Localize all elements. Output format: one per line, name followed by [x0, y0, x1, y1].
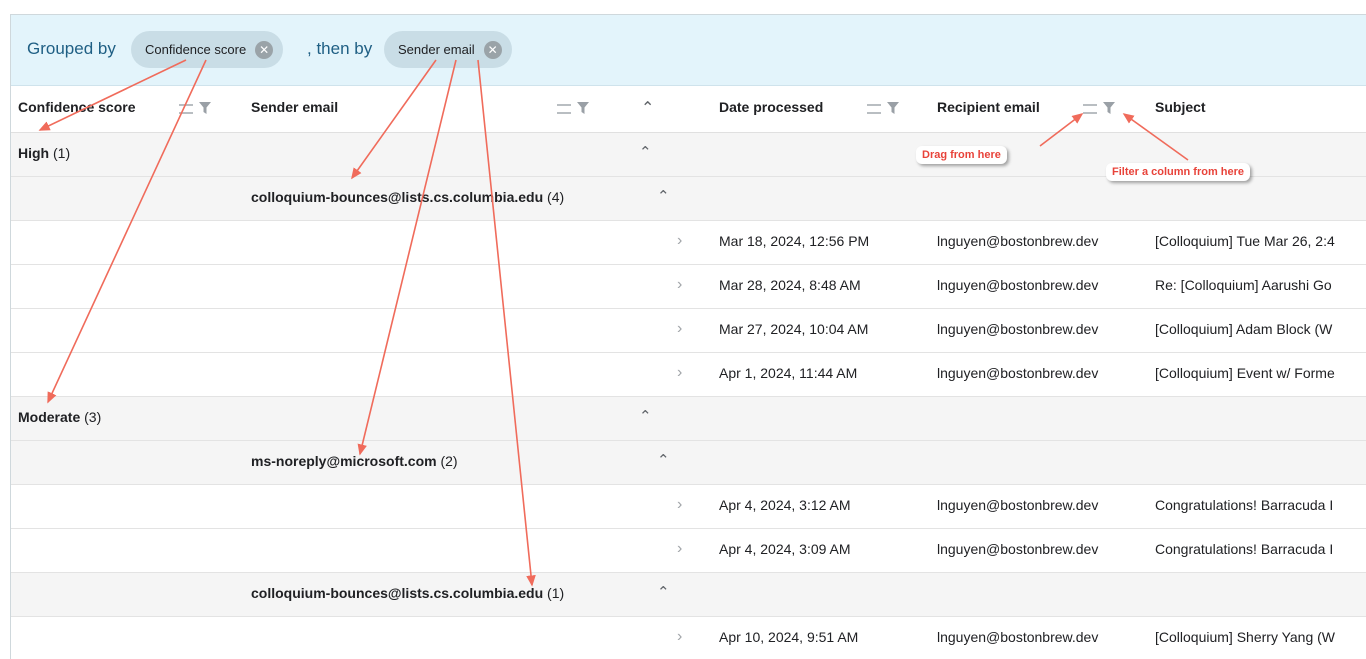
table-header: Confidence score Sender email ⌃ Date pro… — [11, 86, 1366, 133]
group-label: Moderate (3) — [18, 409, 102, 425]
then-by-label: , then by — [307, 39, 373, 58]
close-circle-icon[interactable]: ✕ — [255, 40, 274, 59]
drag-handle-icon[interactable] — [557, 103, 571, 114]
table-row[interactable]: › Mar 18, 2024, 12:56 PM lnguyen@bostonb… — [11, 221, 1366, 265]
filter-funnel-icon[interactable] — [577, 102, 589, 115]
group-row-sender[interactable]: ms-noreply@microsoft.com (2) ⌃ — [11, 441, 1366, 485]
date-cell: Mar 27, 2024, 10:04 AM — [719, 321, 869, 337]
chevron-right-icon[interactable]: › — [677, 232, 682, 250]
column-tools-sender — [557, 100, 589, 118]
group-row-sender[interactable]: colloquium-bounces@lists.cs.columbia.edu… — [11, 177, 1366, 221]
group-chip-sender-email[interactable]: Sender email ✕ — [384, 31, 512, 68]
date-cell: Mar 18, 2024, 12:56 PM — [719, 233, 870, 249]
group-chip-confidence-score[interactable]: Confidence score ✕ — [131, 31, 284, 68]
close-circle-icon[interactable]: ✕ — [483, 40, 502, 59]
column-header-date-processed[interactable]: Date processed — [719, 99, 823, 115]
drag-handle-icon[interactable] — [1083, 103, 1097, 114]
date-cell: Apr 1, 2024, 11:44 AM — [719, 365, 858, 381]
recipient-cell: lnguyen@bostonbrew.dev — [937, 365, 1099, 381]
column-tools-date — [867, 100, 899, 118]
recipient-cell: lnguyen@bostonbrew.dev — [937, 629, 1099, 645]
chevron-right-icon[interactable]: › — [677, 540, 682, 558]
date-cell: Apr 4, 2024, 3:09 AM — [719, 541, 851, 557]
date-cell: Apr 10, 2024, 9:51 AM — [719, 629, 859, 645]
group-label: High (1) — [18, 145, 71, 161]
subject-cell: Congratulations! Barracuda I — [1155, 541, 1334, 557]
subject-cell: [Colloquium] Tue Mar 26, 2:4 — [1155, 233, 1335, 249]
filter-funnel-icon[interactable] — [887, 102, 899, 115]
table-row[interactable]: › Mar 27, 2024, 10:04 AM lnguyen@bostonb… — [11, 309, 1366, 353]
chevron-right-icon[interactable]: › — [677, 320, 682, 338]
caret-up-icon[interactable]: ⌃ — [639, 143, 652, 161]
grouped-table: Grouped by Confidence score ✕ , then by … — [10, 14, 1366, 659]
subject-cell: Re: [Colloquium] Aarushi Go — [1155, 277, 1332, 293]
annotation-filter: Filter a column from here — [1106, 163, 1251, 181]
chevron-right-icon[interactable]: › — [677, 496, 682, 514]
group-label: colloquium-bounces@lists.cs.columbia.edu… — [251, 189, 565, 205]
caret-up-icon[interactable]: ⌃ — [657, 187, 670, 205]
drag-handle-icon[interactable] — [179, 103, 193, 114]
drag-handle-icon[interactable] — [867, 103, 881, 114]
chevron-right-icon[interactable]: › — [677, 628, 682, 646]
group-row-sender[interactable]: colloquium-bounces@lists.cs.columbia.edu… — [11, 573, 1366, 617]
date-cell: Apr 4, 2024, 3:12 AM — [719, 497, 851, 513]
grouped-by-label: Grouped by — [27, 39, 116, 58]
subject-cell: [Colloquium] Sherry Yang (W — [1155, 629, 1335, 645]
caret-up-icon[interactable]: ⌃ — [657, 451, 670, 469]
group-label: ms-noreply@microsoft.com (2) — [251, 453, 458, 469]
column-tools-confidence — [179, 100, 211, 118]
group-label: colloquium-bounces@lists.cs.columbia.edu… — [251, 585, 565, 601]
recipient-cell: lnguyen@bostonbrew.dev — [937, 541, 1099, 557]
table-row[interactable]: › Apr 10, 2024, 9:51 AM lnguyen@bostonbr… — [11, 617, 1366, 659]
annotation-drag: Drag from here — [916, 146, 1007, 164]
column-header-confidence-score[interactable]: Confidence score — [18, 99, 135, 115]
group-row-moderate[interactable]: Moderate (3) ⌃ — [11, 397, 1366, 441]
recipient-cell: lnguyen@bostonbrew.dev — [937, 233, 1099, 249]
filter-funnel-icon[interactable] — [1103, 102, 1115, 115]
recipient-cell: lnguyen@bostonbrew.dev — [937, 277, 1099, 293]
chip-label: Sender email — [398, 42, 475, 57]
chip-label: Confidence score — [145, 42, 247, 57]
chevron-right-icon[interactable]: › — [677, 364, 682, 382]
recipient-cell: lnguyen@bostonbrew.dev — [937, 497, 1099, 513]
table-row[interactable]: › Mar 28, 2024, 8:48 AM lnguyen@bostonbr… — [11, 265, 1366, 309]
filter-funnel-icon[interactable] — [199, 102, 211, 115]
table-row[interactable]: › Apr 4, 2024, 3:12 AM lnguyen@bostonbre… — [11, 485, 1366, 529]
subject-cell: Congratulations! Barracuda I — [1155, 497, 1334, 513]
column-header-subject[interactable]: Subject — [1155, 99, 1206, 115]
collapse-all-icon[interactable]: ⌃ — [641, 98, 654, 118]
caret-up-icon[interactable]: ⌃ — [639, 407, 652, 425]
date-cell: Mar 28, 2024, 8:48 AM — [719, 277, 861, 293]
group-by-bar: Grouped by Confidence score ✕ , then by … — [11, 15, 1366, 86]
column-header-recipient-email[interactable]: Recipient email — [937, 99, 1040, 115]
recipient-cell: lnguyen@bostonbrew.dev — [937, 321, 1099, 337]
chevron-right-icon[interactable]: › — [677, 276, 682, 294]
table-row[interactable]: › Apr 1, 2024, 11:44 AM lnguyen@bostonbr… — [11, 353, 1366, 397]
subject-cell: [Colloquium] Adam Block (W — [1155, 321, 1333, 337]
column-header-sender-email[interactable]: Sender email — [251, 99, 338, 115]
table-row[interactable]: › Apr 4, 2024, 3:09 AM lnguyen@bostonbre… — [11, 529, 1366, 573]
caret-up-icon[interactable]: ⌃ — [657, 583, 670, 601]
subject-cell: [Colloquium] Event w/ Forme — [1155, 365, 1335, 381]
column-tools-recipient — [1083, 100, 1115, 118]
